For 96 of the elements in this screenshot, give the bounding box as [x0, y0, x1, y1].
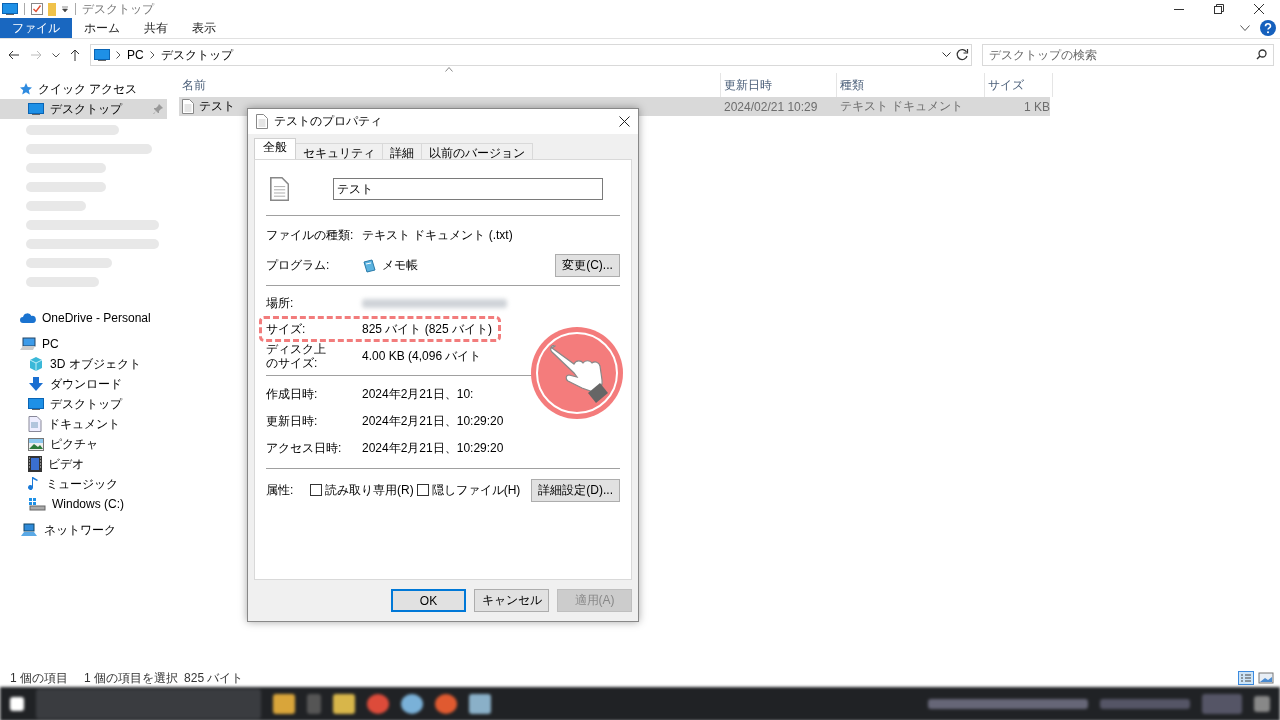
- dropdown-chevron-icon[interactable]: [942, 52, 951, 58]
- location-monitor-icon: [94, 49, 110, 61]
- item-count: 1 個の項目: [10, 669, 68, 687]
- ribbon-tab[interactable]: 共有: [132, 18, 180, 38]
- breadcrumb[interactable]: デスクトップ: [160, 46, 233, 64]
- expand-ribbon-icon[interactable]: [1240, 25, 1250, 31]
- property-label: プログラム:: [266, 257, 331, 274]
- close-icon[interactable]: [619, 116, 630, 127]
- notepad-icon: [362, 258, 376, 273]
- property-value: 2024年2月21日、10:29:20: [362, 412, 505, 430]
- dialog-button[interactable]: OK: [391, 589, 466, 612]
- property-label: 作成日時:: [266, 385, 319, 403]
- property-label: ディスク上のサイズ:: [266, 342, 326, 371]
- large-text-file-icon: [270, 177, 290, 201]
- cloud-icon: [20, 312, 36, 324]
- search-icon: [1256, 49, 1267, 60]
- change-button[interactable]: 変更(C)...: [555, 254, 620, 277]
- dialog-tab[interactable]: 以前のバージョン: [421, 143, 533, 159]
- desktop-icon: [28, 398, 44, 410]
- sort-caret-icon: [445, 67, 453, 72]
- program-name: メモ帳: [382, 257, 418, 274]
- ribbon-tab[interactable]: 表示: [180, 18, 228, 38]
- property-label: 更新日時:: [266, 412, 319, 430]
- table-cell-text: テキスト ドキュメント: [839, 98, 965, 115]
- nav-item[interactable]: ネットワーク: [0, 520, 167, 540]
- dialog-file-icon: [256, 114, 268, 129]
- dropdown-caret-icon: [61, 5, 69, 13]
- property-label: アクセス日時:: [266, 439, 343, 457]
- advanced-button[interactable]: 詳細設定(D)...: [531, 478, 620, 502]
- restore-icon[interactable]: [1214, 4, 1224, 14]
- table-cell-text: 2024/02/21 10:29: [723, 99, 819, 114]
- nav-item[interactable]: Windows (C:): [0, 494, 167, 514]
- picture-icon: [28, 437, 44, 451]
- file-menu-tab[interactable]: ファイル: [0, 18, 72, 38]
- nav-item[interactable]: デスクトップ: [0, 99, 167, 119]
- drive-icon: [28, 497, 46, 511]
- ribbon-tab[interactable]: ホーム: [72, 18, 132, 38]
- folder-icon: [47, 2, 57, 16]
- nav-item[interactable]: OneDrive - Personal: [0, 308, 167, 328]
- network-icon: [20, 523, 38, 537]
- selection-size: 825 バイト: [184, 669, 244, 687]
- property-value: 4.00 KB (4,096 バイト: [362, 347, 483, 365]
- nav-header[interactable]: クイック アクセス: [38, 80, 138, 98]
- address-bar[interactable]: PC デスクトップ: [90, 44, 972, 66]
- nav-item[interactable]: 3D オブジェクト: [0, 354, 167, 374]
- document-icon: [28, 416, 42, 432]
- attribute-checkbox[interactable]: 隠しファイル(H): [416, 481, 521, 499]
- window-title: デスクトップ: [82, 0, 154, 18]
- text-file-icon: [182, 99, 194, 114]
- nav-item[interactable]: PC: [0, 334, 167, 354]
- app-icon: [2, 3, 18, 15]
- property-label: サイズ:: [266, 320, 307, 338]
- nav-item[interactable]: ミュージック: [0, 474, 167, 494]
- close-icon[interactable]: [1254, 4, 1264, 14]
- breadcrumb-chevron-icon: [116, 51, 121, 59]
- attribute-checkbox[interactable]: 読み取り専用(R): [310, 481, 414, 499]
- computer-icon: [20, 337, 36, 351]
- properties-check-icon: [31, 3, 43, 15]
- refresh-icon[interactable]: [955, 48, 969, 62]
- music-note-icon: [28, 476, 40, 492]
- help-icon[interactable]: [1260, 20, 1276, 36]
- property-label: ファイルの種類:: [266, 226, 355, 244]
- up-arrow-icon[interactable]: [70, 49, 80, 61]
- back-arrow-icon[interactable]: [8, 50, 20, 60]
- file-name-field[interactable]: テスト: [333, 178, 604, 200]
- pin-icon: [153, 104, 163, 114]
- recent-locations-icon[interactable]: [52, 52, 60, 58]
- search-field[interactable]: デスクトップの検索: [982, 44, 1274, 66]
- star-icon: [20, 83, 32, 95]
- property-value: テキスト ドキュメント (.txt): [362, 226, 514, 244]
- property-value: 825 バイト (825 バイト): [362, 320, 493, 338]
- property-value: 2024年2月21日、10:29:20: [362, 439, 505, 457]
- breadcrumb[interactable]: PC: [127, 48, 144, 62]
- property-value: 2024年2月21日、10:: [362, 385, 475, 403]
- nav-item[interactable]: ドキュメント: [0, 414, 167, 434]
- dialog-tab[interactable]: 全般: [254, 138, 296, 159]
- download-arrow-icon: [28, 376, 44, 392]
- nav-item[interactable]: ダウンロード: [0, 374, 167, 394]
- dialog-tab[interactable]: 詳細: [382, 143, 422, 159]
- cube-icon: [28, 356, 44, 372]
- dialog-title: テストのプロパティ: [274, 113, 382, 130]
- large-icons-view-icon[interactable]: [1258, 671, 1274, 685]
- table-cell-text: 1 KB: [1023, 99, 1051, 114]
- property-label: 属性:: [266, 481, 295, 499]
- film-icon: [28, 456, 42, 472]
- selection-count: 1 個の項目を選択: [84, 669, 179, 687]
- desktop-icon: [28, 103, 44, 115]
- nav-item[interactable]: ピクチャ: [0, 434, 167, 454]
- nav-item[interactable]: デスクトップ: [0, 394, 167, 414]
- dialog-button[interactable]: キャンセル: [474, 589, 549, 612]
- property-label: 場所:: [266, 294, 295, 312]
- details-view-icon[interactable]: [1238, 671, 1254, 685]
- dialog-tab[interactable]: セキュリティ: [295, 143, 383, 159]
- nav-item[interactable]: ビデオ: [0, 454, 167, 474]
- file-name: テスト: [199, 98, 235, 115]
- breadcrumb-chevron-icon: [149, 51, 155, 59]
